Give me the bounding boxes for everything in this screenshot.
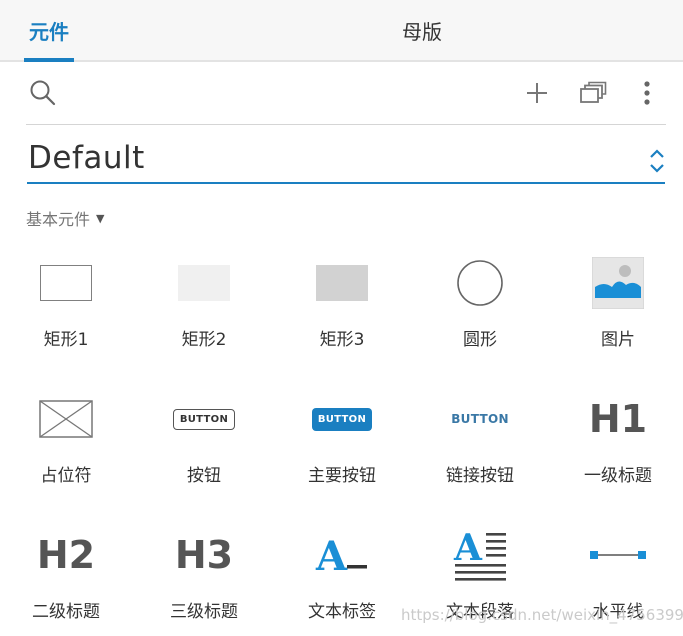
- widget-image[interactable]: 图片: [553, 253, 683, 363]
- link-button-preview-text: BUTTON: [451, 412, 509, 426]
- search-button[interactable]: [26, 76, 60, 110]
- text-label-glyph-svg: A: [315, 534, 367, 576]
- library-select[interactable]: Default: [27, 138, 665, 184]
- more-options-button[interactable]: [630, 76, 664, 110]
- circle-icon: [457, 260, 503, 306]
- widget-label: 矩形3: [319, 330, 365, 350]
- widget-button[interactable]: BUTTON 按钮: [139, 389, 269, 499]
- primary-button-preview-text: BUTTON: [311, 407, 373, 431]
- widget-label: 按钮: [187, 466, 221, 486]
- button-preview-text: BUTTON: [172, 408, 236, 430]
- widget-heading-2[interactable]: H2 二级标题: [1, 525, 131, 635]
- text-paragraph-glyph-svg: A: [453, 528, 506, 581]
- rectangle-outline-icon: [1, 253, 131, 313]
- rectangle-light-fill-icon: [139, 253, 269, 313]
- tab-components[interactable]: 元件: [24, 0, 74, 62]
- widget-link-button[interactable]: BUTTON 链接按钮: [415, 389, 545, 499]
- stacked-pages-icon: [580, 81, 607, 103]
- plus-icon: [527, 83, 547, 103]
- widget-heading-1[interactable]: H1 一级标题: [553, 389, 683, 499]
- library-name: Default: [28, 140, 145, 176]
- widget-label: 文本标签: [308, 602, 376, 622]
- widget-label: 一级标题: [584, 466, 652, 486]
- widget-rectangle-3[interactable]: 矩形3: [277, 253, 407, 363]
- widget-label: 链接按钮: [446, 466, 514, 486]
- search-icon: [30, 80, 56, 106]
- primary-button-icon: BUTTON: [277, 389, 407, 449]
- widget-circle[interactable]: 圆形: [415, 253, 545, 363]
- text-paragraph-icon: A: [415, 525, 545, 585]
- rectangle-gray-fill-icon: [277, 253, 407, 313]
- heading2-icon: H2: [1, 525, 131, 585]
- horizontal-line-icon: [590, 551, 646, 559]
- widget-label: 矩形2: [181, 330, 227, 350]
- link-button-icon: BUTTON: [415, 389, 545, 449]
- widget-rectangle-2[interactable]: 矩形2: [139, 253, 269, 363]
- widget-placeholder[interactable]: 占位符: [1, 389, 131, 499]
- widget-label: 二级标题: [32, 602, 100, 622]
- widget-label: 圆形: [463, 330, 497, 350]
- library-toolbar: [26, 63, 666, 125]
- section-header-basic[interactable]: 基本元件 ▼: [26, 206, 104, 230]
- widget-label: 图片: [601, 330, 635, 350]
- caret-down-icon: ▼: [96, 211, 105, 225]
- libraries-button[interactable]: [576, 76, 610, 110]
- image-icon: [592, 257, 644, 309]
- widget-label: 三级标题: [170, 602, 238, 622]
- heading1-icon: H1: [553, 389, 683, 449]
- button-icon: BUTTON: [139, 389, 269, 449]
- heading3-icon: H3: [139, 525, 269, 585]
- widget-text-label[interactable]: A 文本标签: [277, 525, 407, 635]
- panel-tabs: 元件 母版: [0, 0, 683, 62]
- watermark: https://blog.csdn.net/weixin_47563991: [401, 606, 683, 624]
- heading2-glyph: H2: [36, 533, 96, 577]
- heading3-glyph: H3: [174, 533, 234, 577]
- widget-rectangle-1[interactable]: 矩形1: [1, 253, 131, 363]
- add-library-button[interactable]: [520, 76, 554, 110]
- text-paragraph-glyph: A: [453, 528, 483, 569]
- widget-label: 占位符: [40, 466, 92, 486]
- widget-primary-button[interactable]: BUTTON 主要按钮: [277, 389, 407, 499]
- widget-heading-3[interactable]: H3 三级标题: [139, 525, 269, 635]
- placeholder-icon: [39, 400, 93, 438]
- section-title: 基本元件: [26, 210, 91, 229]
- widget-label: 矩形1: [43, 330, 89, 350]
- more-vertical-icon: [644, 81, 650, 105]
- text-label-icon: A: [277, 525, 407, 585]
- chevron-up-down-icon: [650, 149, 664, 173]
- widget-label: 主要按钮: [308, 466, 376, 486]
- text-label-glyph: A: [315, 534, 348, 576]
- tab-masters[interactable]: 母版: [380, 0, 464, 60]
- heading1-glyph: H1: [588, 397, 648, 441]
